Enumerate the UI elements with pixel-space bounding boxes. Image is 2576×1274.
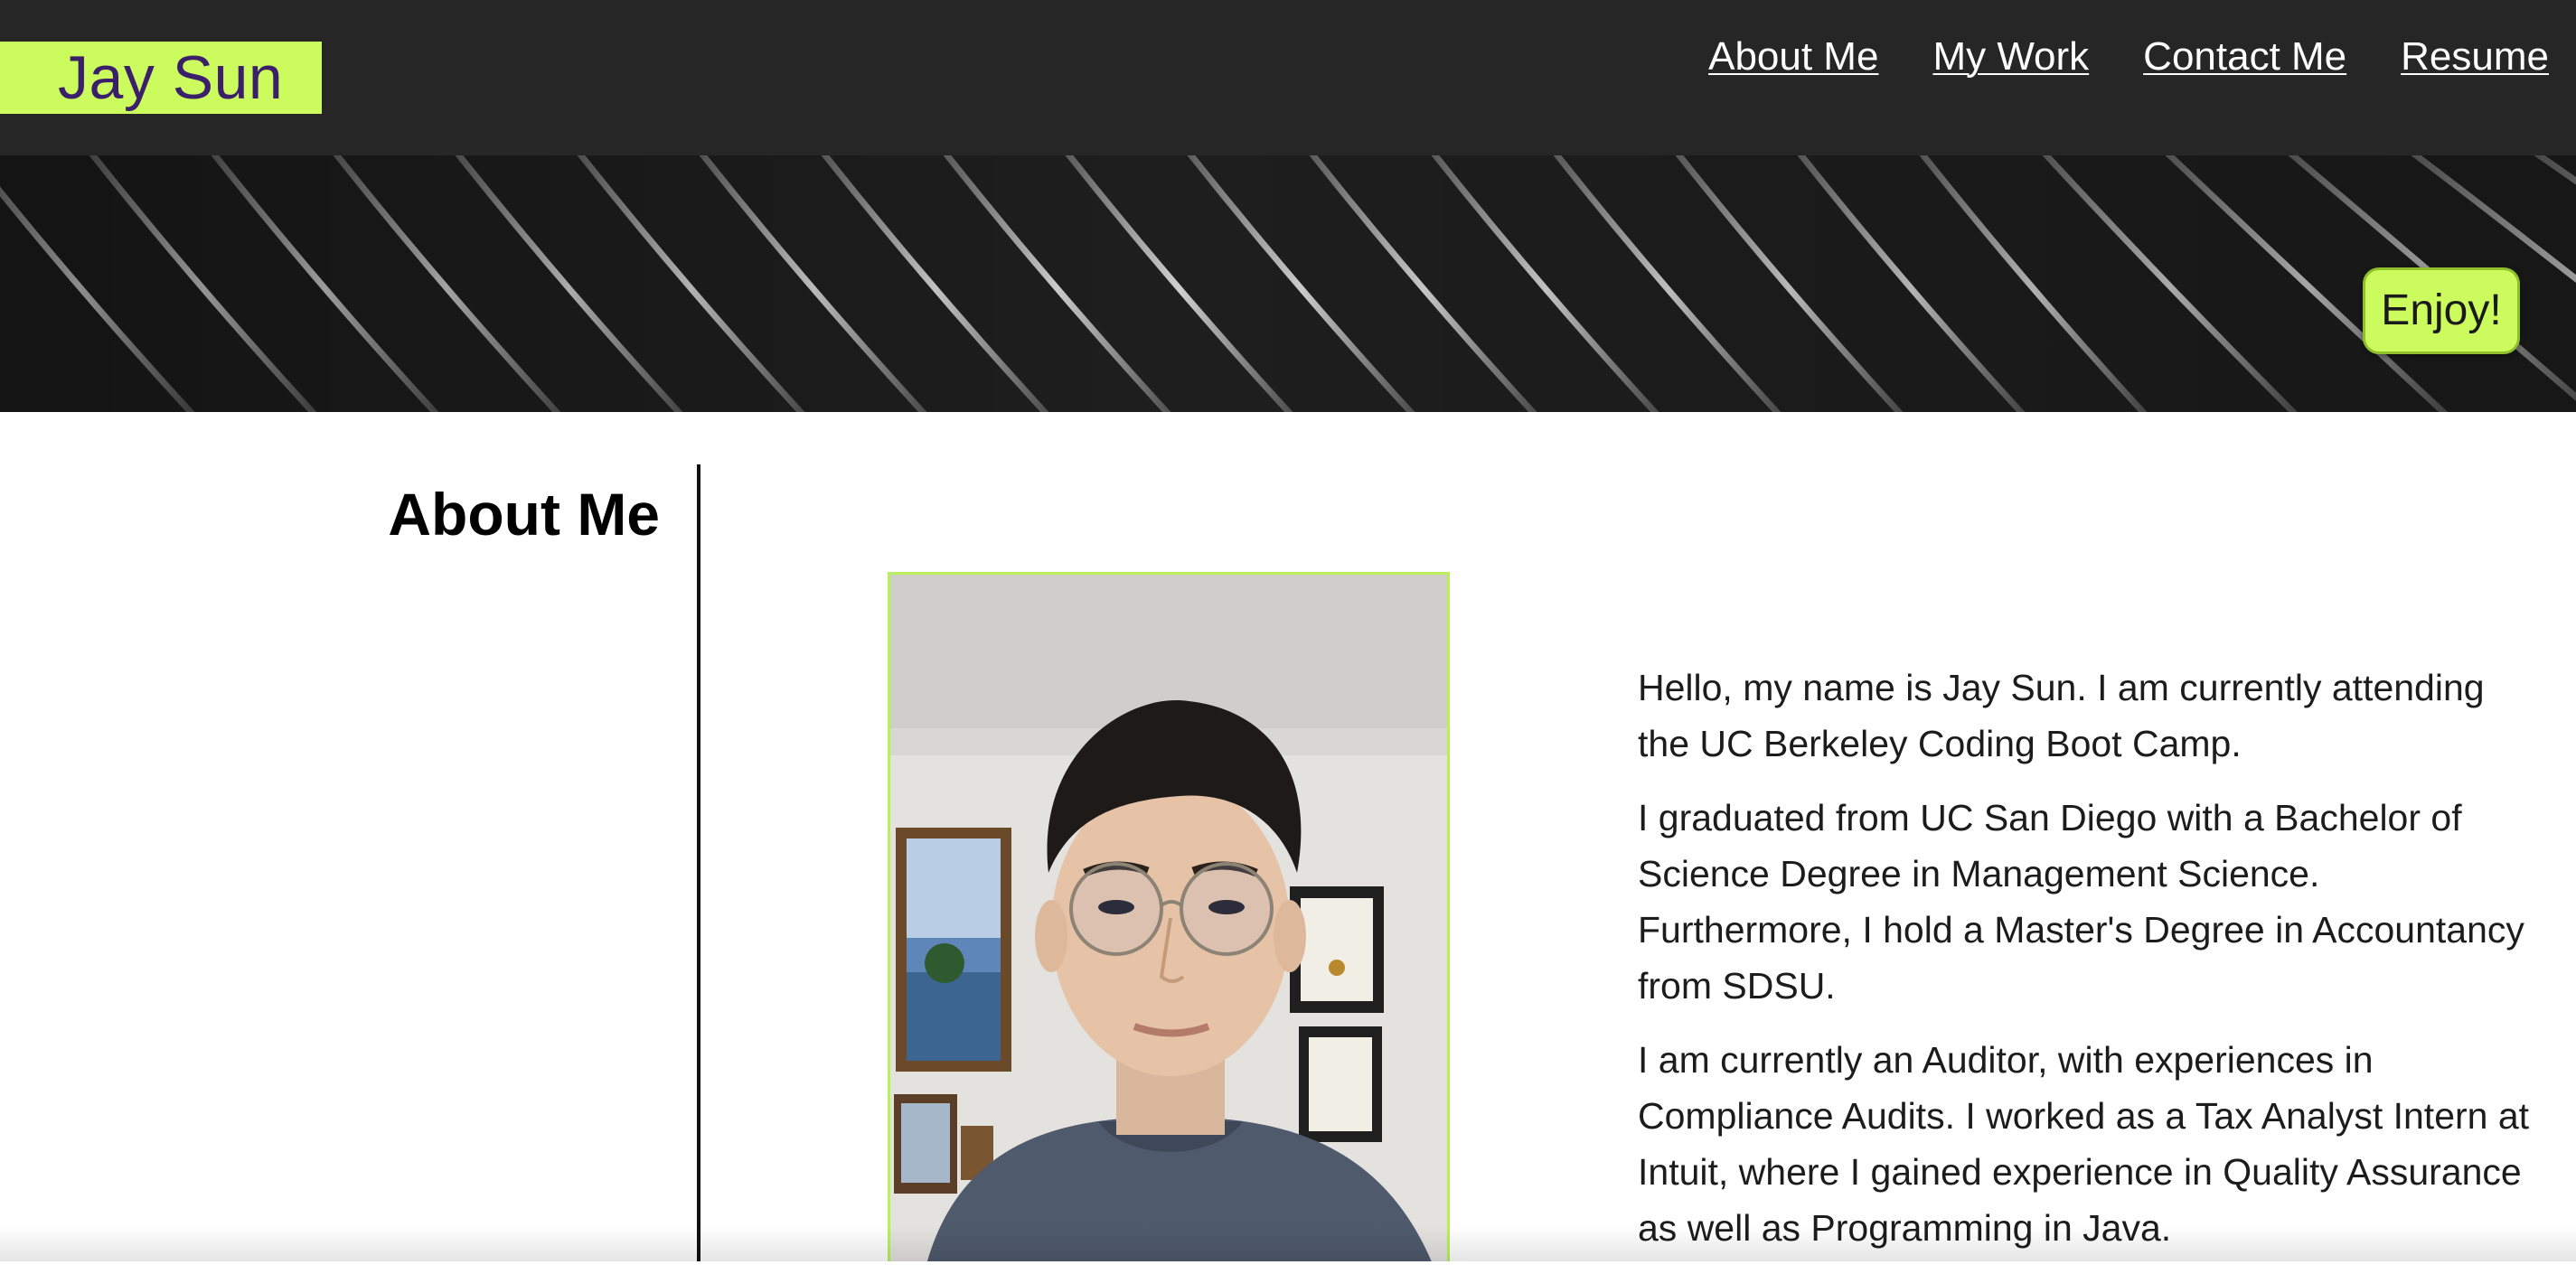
- hero-banner: Enjoy!: [0, 155, 2576, 412]
- nav-link-my-work[interactable]: My Work: [1932, 34, 2089, 80]
- about-bio: Hello, my name is Jay Sun. I am currentl…: [1638, 660, 2542, 1274]
- bio-paragraph-2: I graduated from UC San Diego with a Bac…: [1638, 797, 2524, 1007]
- enjoy-button[interactable]: Enjoy!: [2363, 267, 2520, 354]
- site-header: Jay Sun About Me My Work Contact Me Resu…: [0, 0, 2576, 155]
- bio-paragraph-3: I am currently an Auditor, with experien…: [1638, 1039, 2530, 1249]
- portrait-photo: [890, 575, 1447, 1261]
- nav-link-contact-me[interactable]: Contact Me: [2143, 34, 2346, 80]
- nav-link-resume[interactable]: Resume: [2401, 34, 2549, 80]
- profile-photo: [888, 572, 1450, 1261]
- nav-link-about-me[interactable]: About Me: [1708, 34, 1878, 80]
- section-divider: [697, 464, 700, 1261]
- main-nav: About Me My Work Contact Me Resume: [1708, 34, 2549, 80]
- diagonal-stripes-pattern: [0, 155, 2576, 412]
- bio-paragraph-1: Hello, my name is Jay Sun. I am currentl…: [1638, 667, 2485, 764]
- site-brand[interactable]: Jay Sun: [0, 42, 322, 114]
- about-heading: About Me: [388, 481, 660, 548]
